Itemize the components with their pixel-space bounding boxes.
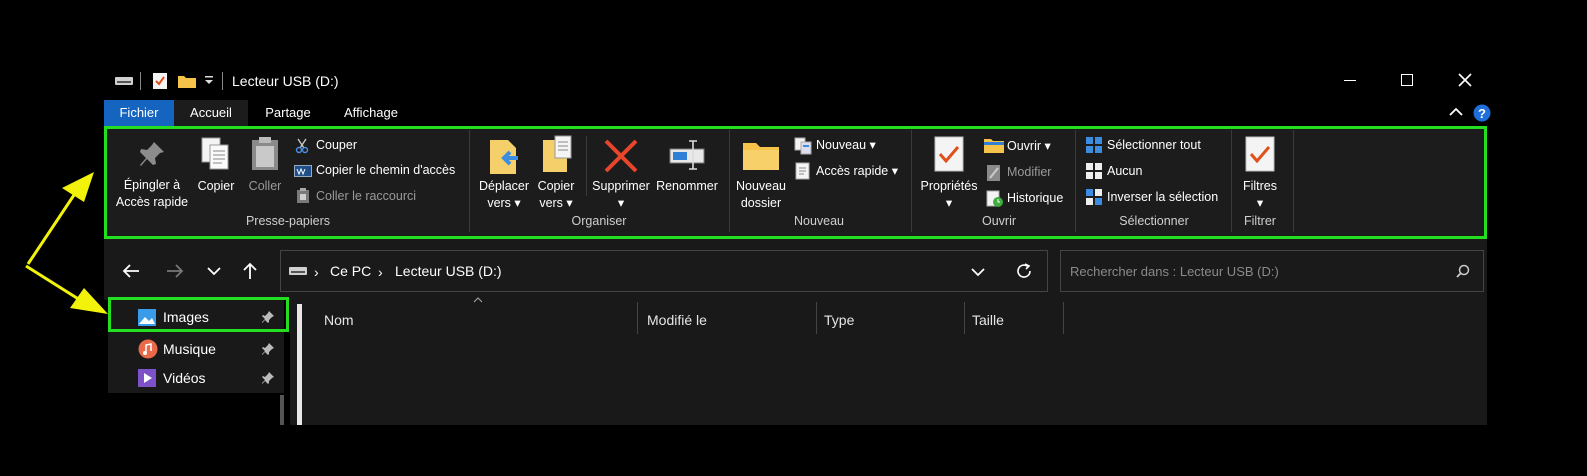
back-arrow-icon[interactable] bbox=[122, 263, 140, 279]
annotation-arrow-up bbox=[22, 170, 102, 270]
maximize-icon[interactable] bbox=[1401, 74, 1413, 86]
pin-small-icon[interactable] bbox=[262, 372, 274, 384]
pane-splitter[interactable] bbox=[297, 304, 302, 425]
search-input[interactable]: Rechercher dans : Lecteur USB (D:) bbox=[1070, 264, 1279, 279]
tab-partage[interactable]: Partage bbox=[250, 100, 326, 126]
breadcrumb-ce-pc[interactable]: Ce PC bbox=[330, 263, 371, 279]
tab-affichage[interactable]: Affichage bbox=[330, 100, 412, 126]
nav-item-musique[interactable]: Musique bbox=[110, 336, 284, 362]
recent-locations-icon[interactable] bbox=[207, 266, 221, 276]
column-taille[interactable]: Taille bbox=[972, 300, 1004, 336]
breadcrumb-chevron-icon[interactable]: › bbox=[314, 264, 319, 280]
toolbar-divider-2 bbox=[222, 72, 223, 90]
column-divider[interactable] bbox=[1063, 302, 1064, 334]
toolbar-divider bbox=[140, 72, 141, 90]
svg-text:?: ? bbox=[1478, 106, 1486, 121]
collapse-ribbon-icon[interactable] bbox=[1449, 107, 1463, 117]
breadcrumb-chevron-icon-2[interactable]: › bbox=[378, 264, 383, 280]
column-divider[interactable] bbox=[637, 302, 638, 334]
column-nom[interactable]: Nom bbox=[324, 300, 354, 336]
nav-item-highlight-box bbox=[108, 297, 289, 332]
column-type[interactable]: Type bbox=[824, 300, 854, 336]
annotation-arrow-down bbox=[24, 264, 114, 320]
properties-quick-icon[interactable] bbox=[152, 72, 168, 90]
minimize-icon[interactable] bbox=[1344, 80, 1356, 81]
help-icon[interactable]: ? bbox=[1473, 104, 1491, 122]
customize-quick-access-icon[interactable] bbox=[204, 76, 214, 86]
forward-arrow-icon[interactable] bbox=[166, 263, 184, 279]
column-divider[interactable] bbox=[816, 302, 817, 334]
column-modifie-le[interactable]: Modifié le bbox=[647, 300, 707, 336]
pin-small-icon[interactable] bbox=[262, 343, 274, 355]
explorer-window: Lecteur USB (D:) Fichier Accueil Partage… bbox=[104, 60, 1491, 425]
title-bar: Lecteur USB (D:) bbox=[104, 60, 1487, 100]
ribbon-tab-bar: Fichier Accueil Partage Affichage ? bbox=[104, 100, 1491, 126]
column-header-row: Nom Modifié le Type Taille bbox=[316, 297, 1487, 336]
column-divider[interactable] bbox=[964, 302, 965, 334]
ribbon-highlight-box bbox=[104, 126, 1487, 239]
up-arrow-icon[interactable] bbox=[242, 262, 258, 280]
drive-icon bbox=[114, 75, 134, 87]
tab-fichier[interactable]: Fichier bbox=[104, 100, 174, 126]
close-icon[interactable] bbox=[1458, 73, 1472, 87]
address-drive-icon bbox=[288, 265, 308, 277]
breadcrumb-drive[interactable]: Lecteur USB (D:) bbox=[395, 263, 502, 279]
nav-item-videos[interactable]: Vidéos bbox=[110, 365, 284, 391]
music-icon bbox=[138, 339, 158, 359]
sort-ascending-icon bbox=[473, 297, 483, 303]
tab-accueil[interactable]: Accueil bbox=[174, 100, 248, 126]
window-title: Lecteur USB (D:) bbox=[232, 73, 339, 89]
search-icon[interactable] bbox=[1456, 264, 1470, 278]
videos-icon bbox=[138, 369, 156, 387]
nav-item-label: Vidéos bbox=[163, 370, 206, 386]
refresh-icon[interactable] bbox=[1015, 262, 1033, 280]
nav-item-label: Musique bbox=[163, 341, 216, 357]
new-folder-quick-icon[interactable] bbox=[178, 74, 196, 88]
address-dropdown-icon[interactable] bbox=[971, 267, 985, 277]
nav-pane-scrollbar[interactable] bbox=[280, 395, 284, 425]
